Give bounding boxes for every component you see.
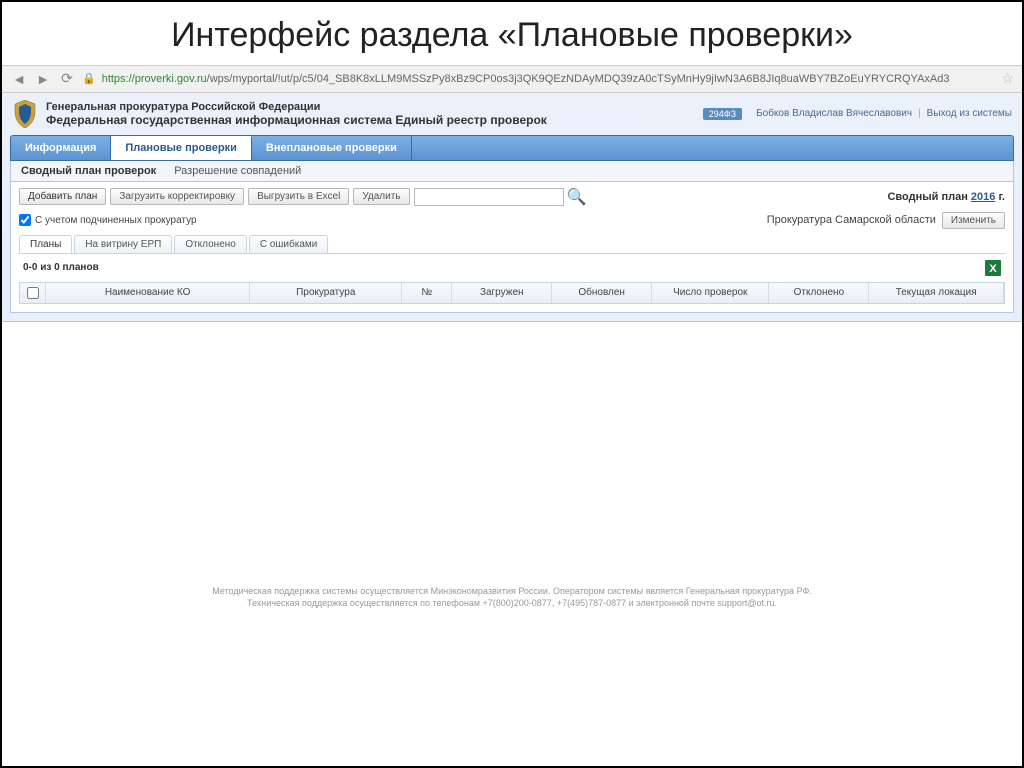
- col-updated[interactable]: Обновлен: [552, 283, 652, 303]
- col-loaded[interactable]: Загружен: [452, 283, 552, 303]
- subtab-consolidated-plan[interactable]: Сводный план проверок: [21, 165, 156, 177]
- user-block: Бобков Владислав Вячеславович | Выход из…: [756, 108, 1012, 119]
- secondary-tabs: Сводный план проверок Разрешение совпаде…: [10, 161, 1014, 182]
- law-badge: 294ФЗ: [703, 108, 742, 120]
- primary-tabs: Информация Плановые проверки Внеплановые…: [10, 135, 1014, 161]
- search-input[interactable]: [414, 188, 564, 206]
- col-check-count[interactable]: Число проверок: [652, 283, 769, 303]
- col-number[interactable]: №: [402, 283, 452, 303]
- summary-plan-label: Сводный план 2016 г.: [887, 191, 1005, 203]
- table-tab-plans[interactable]: Планы: [19, 235, 72, 253]
- user-name-link[interactable]: Бобков Владислав Вячеславович: [756, 108, 912, 119]
- tab-planned-checks[interactable]: Плановые проверки: [111, 136, 252, 160]
- content-panel: Добавить план Загрузить корректировку Вы…: [10, 182, 1014, 313]
- region-label: Прокуратура Самарской области: [767, 214, 936, 226]
- app-titles: Генеральная прокуратура Российской Федер…: [46, 101, 695, 127]
- delete-button[interactable]: Удалить: [353, 188, 409, 205]
- action-toolbar: Добавить план Загрузить корректировку Вы…: [19, 188, 1005, 206]
- table-tab-vitrina[interactable]: На витрину ЕРП: [74, 235, 172, 253]
- table-tab-rejected[interactable]: Отклонено: [174, 235, 247, 253]
- reload-icon[interactable]: ⟳: [58, 70, 76, 88]
- col-checkbox: [20, 283, 46, 303]
- include-subordinate-checkbox[interactable]: [19, 214, 31, 226]
- url-text[interactable]: https://proverki.gov.ru/wps/myportal/!ut…: [102, 73, 996, 85]
- results-count-row: 0-0 из 0 планов X: [19, 254, 1005, 282]
- svg-text:X: X: [989, 263, 997, 275]
- subtab-resolve-matches[interactable]: Разрешение совпадений: [174, 165, 301, 177]
- results-count: 0-0 из 0 планов: [23, 262, 99, 273]
- footer-notes: Методическая поддержка системы осуществл…: [16, 579, 1008, 616]
- lock-icon: 🔒: [82, 72, 96, 85]
- logout-link[interactable]: Выход из системы: [927, 108, 1012, 119]
- change-region-button[interactable]: Изменить: [942, 212, 1005, 229]
- export-excel-button[interactable]: Выгрузить в Excel: [248, 188, 349, 205]
- excel-export-icon[interactable]: X: [985, 260, 1001, 276]
- year-link[interactable]: 2016: [971, 191, 995, 203]
- nav-back-icon[interactable]: ◄: [10, 70, 28, 88]
- col-name[interactable]: Наименование КО: [46, 283, 250, 303]
- col-rejected[interactable]: Отклонено: [769, 283, 869, 303]
- emblem-icon: [12, 99, 38, 129]
- upload-correction-button[interactable]: Загрузить корректировку: [110, 188, 244, 205]
- bookmark-star-icon[interactable]: ☆: [1001, 70, 1014, 87]
- tab-unplanned-checks[interactable]: Внеплановые проверки: [252, 136, 412, 160]
- table-header: Наименование КО Прокуратура № Загружен О…: [19, 282, 1005, 304]
- select-all-checkbox[interactable]: [27, 287, 39, 299]
- app-header: Генеральная прокуратура Российской Федер…: [2, 93, 1022, 322]
- table-tab-errors[interactable]: С ошибками: [249, 235, 329, 253]
- table-tabs: Планы На витрину ЕРП Отклонено С ошибкам…: [19, 235, 1005, 254]
- add-plan-button[interactable]: Добавить план: [19, 188, 106, 205]
- tab-info[interactable]: Информация: [11, 136, 111, 160]
- col-prosecutor[interactable]: Прокуратура: [250, 283, 402, 303]
- slide-title: Интерфейс раздела «Плановые проверки»: [2, 2, 1022, 65]
- search-icon[interactable]: 🔍: [568, 188, 586, 206]
- nav-forward-icon[interactable]: ►: [34, 70, 52, 88]
- col-location[interactable]: Текущая локация: [869, 283, 1004, 303]
- browser-address-bar: ◄ ► ⟳ 🔒 https://proverki.gov.ru/wps/mypo…: [2, 65, 1022, 93]
- include-subordinate-label: С учетом подчиненных прокуратур: [35, 215, 197, 226]
- filter-row: С учетом подчиненных прокуратур Прокурат…: [19, 212, 1005, 229]
